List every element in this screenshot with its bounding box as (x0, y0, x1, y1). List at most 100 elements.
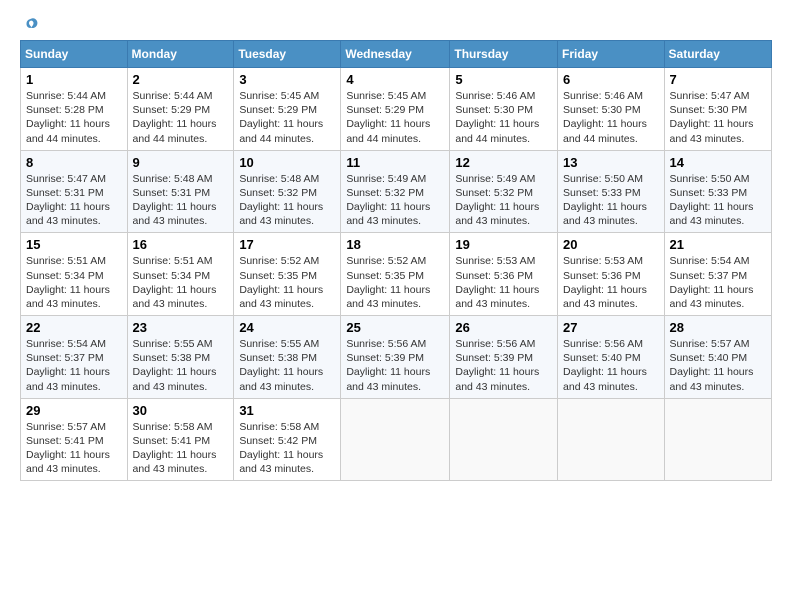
calendar-cell: 16 Sunrise: 5:51 AMSunset: 5:34 PMDayligh… (127, 233, 234, 316)
calendar-cell: 11 Sunrise: 5:49 AMSunset: 5:32 PMDayligh… (341, 150, 450, 233)
calendar-cell: 20 Sunrise: 5:53 AMSunset: 5:36 PMDayligh… (558, 233, 665, 316)
calendar-cell: 7Sunrise: 5:47 AMSunset: 5:30 PMDaylight… (664, 68, 771, 151)
weekday-header-tuesday: Tuesday (234, 41, 341, 68)
day-number: 26 (455, 320, 552, 335)
calendar-cell: 6 Sunrise: 5:46 AMSunset: 5:30 PMDaylight… (558, 68, 665, 151)
calendar-table: SundayMondayTuesdayWednesdayThursdayFrid… (20, 40, 772, 481)
logo-bird-icon (22, 16, 40, 34)
logo-text (20, 20, 40, 34)
day-number: 20 (563, 237, 659, 252)
calendar-cell: 10Sunrise: 5:48 AMSunset: 5:32 PMDayligh… (234, 150, 341, 233)
day-info: Sunrise: 5:55 AMSunset: 5:38 PMDaylight:… (133, 337, 229, 394)
weekday-header-monday: Monday (127, 41, 234, 68)
day-number: 1 (26, 72, 122, 87)
day-info: Sunrise: 5:51 AMSunset: 5:34 PMDaylight:… (133, 254, 229, 311)
day-info: Sunrise: 5:53 AMSunset: 5:36 PMDaylight:… (563, 254, 659, 311)
day-number: 9 (133, 155, 229, 170)
day-info: Sunrise: 5:49 AMSunset: 5:32 PMDaylight:… (455, 172, 552, 229)
calendar-cell: 13Sunrise: 5:50 AMSunset: 5:33 PMDayligh… (558, 150, 665, 233)
page-header (20, 16, 772, 34)
calendar-cell: 5Sunrise: 5:46 AMSunset: 5:30 PMDaylight… (450, 68, 558, 151)
day-number: 25 (346, 320, 444, 335)
day-info: Sunrise: 5:44 AMSunset: 5:29 PMDaylight:… (133, 89, 229, 146)
day-info: Sunrise: 5:51 AMSunset: 5:34 PMDaylight:… (26, 254, 122, 311)
day-info: Sunrise: 5:53 AMSunset: 5:36 PMDaylight:… (455, 254, 552, 311)
calendar-cell: 15 Sunrise: 5:51 AMSunset: 5:34 PMDayligh… (21, 233, 128, 316)
day-info: Sunrise: 5:58 AMSunset: 5:42 PMDaylight:… (239, 420, 335, 477)
weekday-header-sunday: Sunday (21, 41, 128, 68)
calendar-cell: 29 Sunrise: 5:57 AMSunset: 5:41 PMDayligh… (21, 398, 128, 481)
calendar-cell: 28 Sunrise: 5:57 AMSunset: 5:40 PMDayligh… (664, 316, 771, 399)
day-info: Sunrise: 5:54 AMSunset: 5:37 PMDaylight:… (26, 337, 122, 394)
calendar-cell: 24 Sunrise: 5:55 AMSunset: 5:38 PMDayligh… (234, 316, 341, 399)
day-number: 11 (346, 155, 444, 170)
day-number: 18 (346, 237, 444, 252)
day-info: Sunrise: 5:54 AMSunset: 5:37 PMDaylight:… (670, 254, 766, 311)
day-number: 17 (239, 237, 335, 252)
calendar-cell: 25 Sunrise: 5:56 AMSunset: 5:39 PMDayligh… (341, 316, 450, 399)
calendar-cell: 2Sunrise: 5:44 AMSunset: 5:29 PMDaylight… (127, 68, 234, 151)
calendar-header-row: SundayMondayTuesdayWednesdayThursdayFrid… (21, 41, 772, 68)
calendar-week-row: 15 Sunrise: 5:51 AMSunset: 5:34 PMDayligh… (21, 233, 772, 316)
calendar-cell: 1 Sunrise: 5:44 AMSunset: 5:28 PMDaylight… (21, 68, 128, 151)
day-number: 7 (670, 72, 766, 87)
calendar-cell: 21 Sunrise: 5:54 AMSunset: 5:37 PMDayligh… (664, 233, 771, 316)
day-info: Sunrise: 5:44 AMSunset: 5:28 PMDaylight:… (26, 89, 122, 146)
day-number: 24 (239, 320, 335, 335)
day-number: 31 (239, 403, 335, 418)
day-number: 4 (346, 72, 444, 87)
calendar-cell: 30Sunrise: 5:58 AMSunset: 5:41 PMDayligh… (127, 398, 234, 481)
calendar-cell: 14Sunrise: 5:50 AMSunset: 5:33 PMDayligh… (664, 150, 771, 233)
calendar-cell (664, 398, 771, 481)
day-info: Sunrise: 5:45 AMSunset: 5:29 PMDaylight:… (346, 89, 444, 146)
day-info: Sunrise: 5:46 AMSunset: 5:30 PMDaylight:… (455, 89, 552, 146)
calendar-body: 1 Sunrise: 5:44 AMSunset: 5:28 PMDaylight… (21, 68, 772, 481)
day-number: 12 (455, 155, 552, 170)
calendar-cell: 18 Sunrise: 5:52 AMSunset: 5:35 PMDayligh… (341, 233, 450, 316)
calendar-cell: 17Sunrise: 5:52 AMSunset: 5:35 PMDayligh… (234, 233, 341, 316)
calendar-week-row: 29 Sunrise: 5:57 AMSunset: 5:41 PMDayligh… (21, 398, 772, 481)
calendar-cell: 9 Sunrise: 5:48 AMSunset: 5:31 PMDaylight… (127, 150, 234, 233)
day-info: Sunrise: 5:56 AMSunset: 5:39 PMDaylight:… (455, 337, 552, 394)
day-number: 27 (563, 320, 659, 335)
day-number: 19 (455, 237, 552, 252)
day-number: 16 (133, 237, 229, 252)
day-info: Sunrise: 5:50 AMSunset: 5:33 PMDaylight:… (563, 172, 659, 229)
calendar-cell: 8Sunrise: 5:47 AMSunset: 5:31 PMDaylight… (21, 150, 128, 233)
day-info: Sunrise: 5:48 AMSunset: 5:31 PMDaylight:… (133, 172, 229, 229)
day-number: 3 (239, 72, 335, 87)
day-info: Sunrise: 5:58 AMSunset: 5:41 PMDaylight:… (133, 420, 229, 477)
day-number: 10 (239, 155, 335, 170)
weekday-header-saturday: Saturday (664, 41, 771, 68)
day-number: 15 (26, 237, 122, 252)
calendar-cell: 19 Sunrise: 5:53 AMSunset: 5:36 PMDayligh… (450, 233, 558, 316)
day-number: 22 (26, 320, 122, 335)
day-info: Sunrise: 5:52 AMSunset: 5:35 PMDaylight:… (346, 254, 444, 311)
day-number: 28 (670, 320, 766, 335)
calendar-week-row: 22 Sunrise: 5:54 AMSunset: 5:37 PMDayligh… (21, 316, 772, 399)
weekday-header-thursday: Thursday (450, 41, 558, 68)
calendar-cell: 3 Sunrise: 5:45 AMSunset: 5:29 PMDaylight… (234, 68, 341, 151)
calendar-cell: 27Sunrise: 5:56 AMSunset: 5:40 PMDayligh… (558, 316, 665, 399)
calendar-cell: 4 Sunrise: 5:45 AMSunset: 5:29 PMDaylight… (341, 68, 450, 151)
day-info: Sunrise: 5:57 AMSunset: 5:40 PMDaylight:… (670, 337, 766, 394)
weekday-header-friday: Friday (558, 41, 665, 68)
calendar-cell: 31 Sunrise: 5:58 AMSunset: 5:42 PMDayligh… (234, 398, 341, 481)
calendar-week-row: 8Sunrise: 5:47 AMSunset: 5:31 PMDaylight… (21, 150, 772, 233)
calendar-cell: 26 Sunrise: 5:56 AMSunset: 5:39 PMDayligh… (450, 316, 558, 399)
logo (20, 20, 40, 34)
day-info: Sunrise: 5:56 AMSunset: 5:39 PMDaylight:… (346, 337, 444, 394)
calendar-cell: 12 Sunrise: 5:49 AMSunset: 5:32 PMDayligh… (450, 150, 558, 233)
day-info: Sunrise: 5:55 AMSunset: 5:38 PMDaylight:… (239, 337, 335, 394)
day-info: Sunrise: 5:47 AMSunset: 5:31 PMDaylight:… (26, 172, 122, 229)
day-number: 14 (670, 155, 766, 170)
day-number: 29 (26, 403, 122, 418)
calendar-week-row: 1 Sunrise: 5:44 AMSunset: 5:28 PMDaylight… (21, 68, 772, 151)
day-number: 21 (670, 237, 766, 252)
day-info: Sunrise: 5:57 AMSunset: 5:41 PMDaylight:… (26, 420, 122, 477)
calendar-cell (558, 398, 665, 481)
day-info: Sunrise: 5:49 AMSunset: 5:32 PMDaylight:… (346, 172, 444, 229)
day-number: 6 (563, 72, 659, 87)
day-info: Sunrise: 5:46 AMSunset: 5:30 PMDaylight:… (563, 89, 659, 146)
day-info: Sunrise: 5:45 AMSunset: 5:29 PMDaylight:… (239, 89, 335, 146)
